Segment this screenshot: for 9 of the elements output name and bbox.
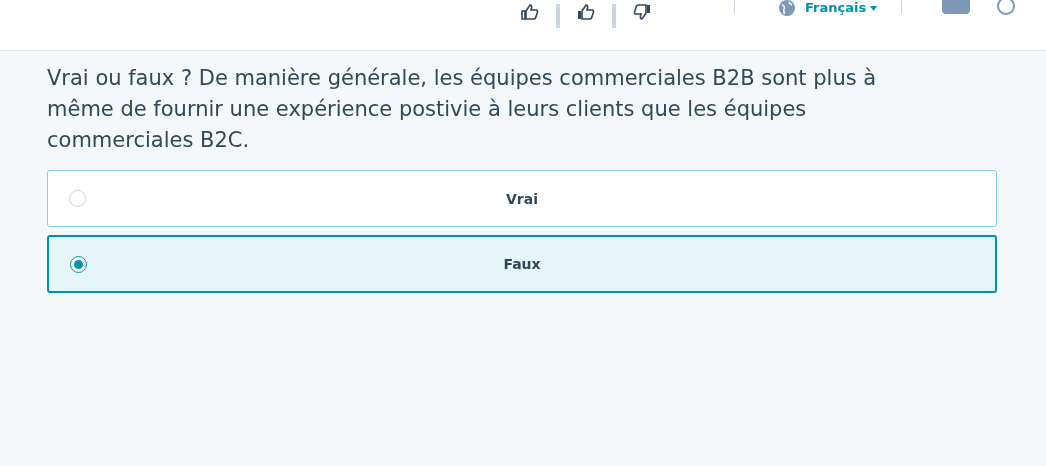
radio-button[interactable] — [70, 255, 87, 273]
thumbs-down-icon[interactable] — [632, 3, 652, 21]
thumbs-up-icon[interactable] — [576, 3, 596, 21]
thumbs-up-icon[interactable] — [520, 3, 540, 21]
caret-icon — [870, 6, 878, 11]
answer-option[interactable]: Faux — [47, 235, 997, 293]
answer-option[interactable]: Vrai — [47, 170, 997, 227]
question-text: Vrai ou faux ? De manière générale, les équipes commerciales B2B sont plus à même de fournir une expérience postivie à leurs clients que les équipes commerciales B2C. — [47, 65, 878, 154]
language-dropdown[interactable]: Français — [795, 0, 867, 16]
